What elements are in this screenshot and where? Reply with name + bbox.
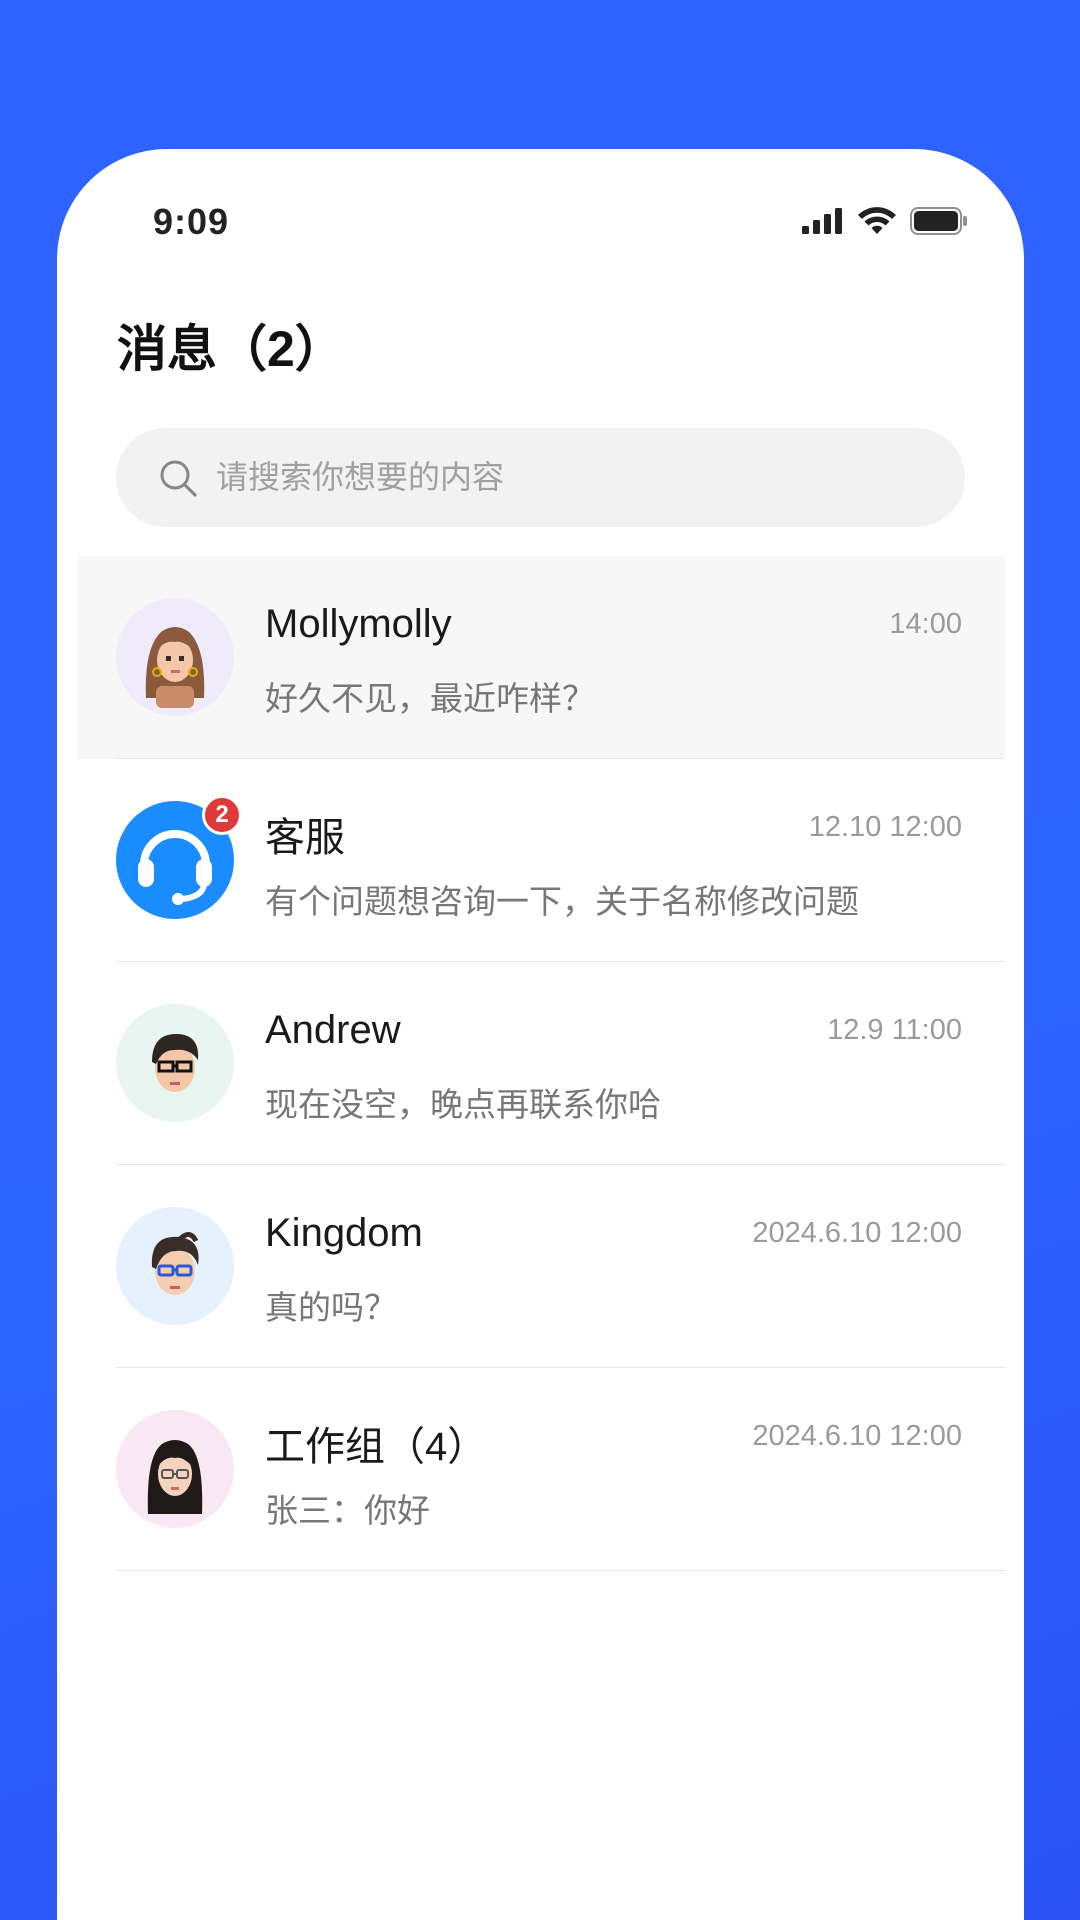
conversation-time: 12.9 11:00 [827,1014,962,1046]
avatar [116,1410,234,1528]
wifi-icon [858,207,896,240]
conversation-name: Kingdom [265,1211,423,1255]
avatar [116,1004,234,1122]
search-bar[interactable] [116,428,965,527]
avatar [116,598,234,716]
conversation-preview: 真的吗？ [265,1289,397,1326]
avatar [116,1207,234,1325]
conversation-item[interactable]: 2 客服 12.10 12:00 有个问题想咨询一下，关于名称修改问题 [57,759,1024,962]
battery-icon [910,207,968,240]
conversation-item[interactable]: Mollymolly 14:00 好久不见，最近咋样？ [57,556,1024,759]
conversation-time: 14:00 [889,608,962,640]
conversation-time: 12.10 12:00 [808,811,962,843]
conversation-name: Mollymolly [265,602,452,646]
divider [116,1570,1005,1571]
conversation-name: 工作组（4） [265,1425,488,1469]
conversation-name: Andrew [265,1008,401,1052]
status-bar: 9:09 [57,149,1024,259]
phone-frame: 9:09 消息（2） 请搜索你想要的内容 Mollymolly 14:00 好久… [57,149,1024,1920]
conversation-preview: 现在没空，晚点再联系你哈 [265,1086,661,1123]
conversation-time: 2024.6.10 12:00 [752,1217,962,1249]
conversation-preview: 张三：你好 [265,1492,430,1529]
avatar-woman-glasses-icon [116,1410,234,1528]
conversation-item[interactable]: Kingdom 2024.6.10 12:00 真的吗？ [57,1165,1024,1368]
search-input[interactable] [214,458,918,497]
status-icons [802,207,968,240]
status-time: 9:09 [153,201,230,242]
conversation-list: Mollymolly 14:00 好久不见，最近咋样？ 2 客服 12.10 1… [57,556,1024,1571]
signal-icon [802,208,844,239]
avatar-man-blue-glasses-icon [116,1207,234,1325]
conversation-item[interactable]: 工作组（4） 2024.6.10 12:00 张三：你好 [57,1368,1024,1571]
avatar-woman-long-hair-icon [116,598,234,716]
unread-badge: 2 [202,795,242,835]
conversation-preview: 有个问题想咨询一下，关于名称修改问题 [265,883,859,920]
search-icon [160,460,197,497]
conversation-time: 2024.6.10 12:00 [752,1420,962,1452]
conversation-preview: 好久不见，最近咋样？ [265,680,595,717]
conversation-name: 客服 [265,816,345,860]
conversation-item[interactable]: Andrew 12.9 11:00 现在没空，晚点再联系你哈 [57,962,1024,1165]
page-title: 消息（2） [117,321,345,377]
avatar-man-glasses-icon [116,1004,234,1122]
